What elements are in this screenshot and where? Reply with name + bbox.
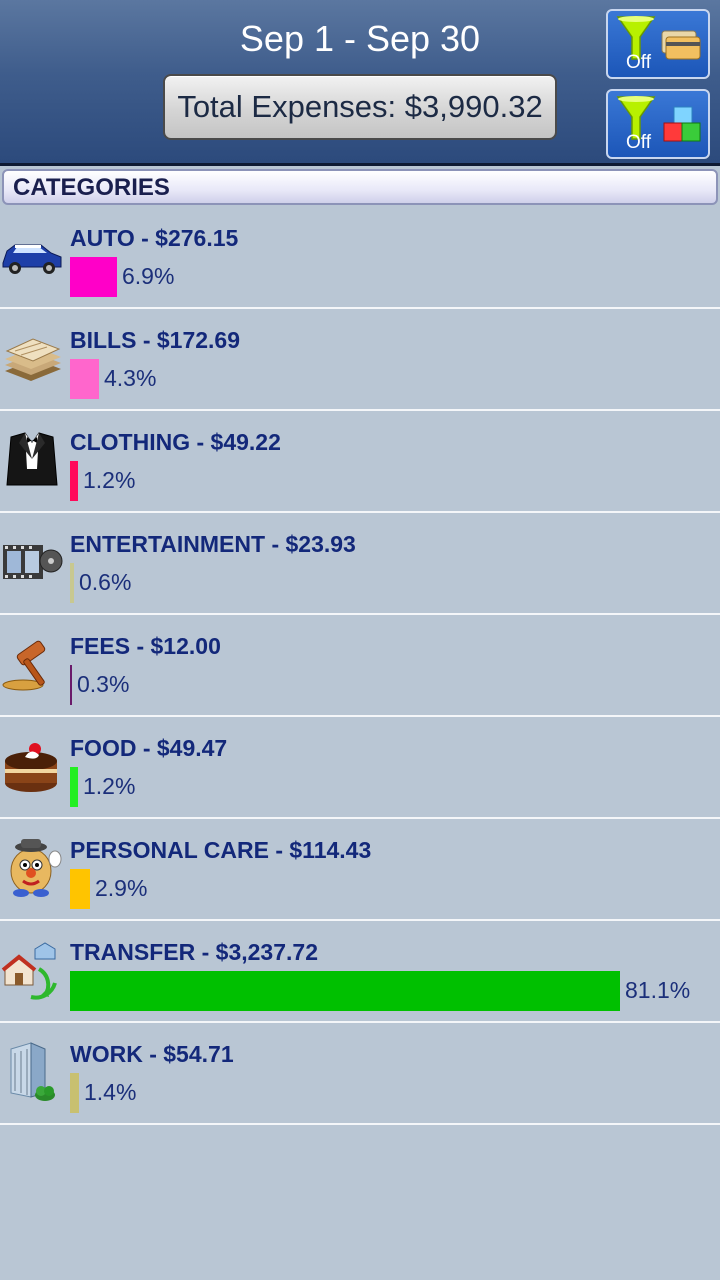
category-title: FOOD - $49.47 xyxy=(70,735,228,761)
category-row-work[interactable]: WORK - $54.71 1.4% xyxy=(0,1023,720,1125)
film-reel-icon xyxy=(3,545,63,579)
category-percent: 0.3% xyxy=(77,671,130,697)
tuxedo-icon xyxy=(6,432,58,486)
category-row-transfer[interactable]: TRANSFER - $3,237.72 81.1% xyxy=(0,921,720,1023)
category-title: CLOTHING - $49.22 xyxy=(70,429,281,455)
category-title: BILLS - $172.69 xyxy=(70,327,241,353)
house-transfer-icon xyxy=(1,942,57,1000)
category-share-bar xyxy=(70,257,117,297)
category-row-personal-care[interactable]: PERSONAL CARE - $114.43 2.9% xyxy=(0,819,720,921)
category-percent: 1.2% xyxy=(83,467,136,493)
category-share-bar xyxy=(70,869,90,909)
category-share-bar xyxy=(70,971,620,1011)
category-share-bar xyxy=(70,767,78,807)
category-share-bar xyxy=(70,461,78,501)
category-title: FEES - $12.00 xyxy=(70,633,221,659)
category-percent: 81.1% xyxy=(625,977,691,1003)
category-row-fees[interactable]: FEES - $12.00 0.3% xyxy=(0,615,720,717)
category-row-clothing[interactable]: CLOTHING - $49.22 1.2% xyxy=(0,411,720,513)
category-row-entertainment[interactable]: ENTERTAINMENT - $23.93 0.6% xyxy=(0,513,720,615)
category-share-bar xyxy=(70,1073,79,1113)
category-row-auto[interactable]: AUTO - $276.15 6.9% xyxy=(0,207,720,309)
category-percent: 1.4% xyxy=(84,1079,137,1105)
category-percent: 2.9% xyxy=(95,875,148,901)
category-list: AUTO - $276.15 6.9% BILLS - $172.69 4.3%… xyxy=(0,207,720,1125)
top-header: Sep 1 - Sep 30 Total Expenses: $3,990.32… xyxy=(0,0,720,166)
total-expenses-button[interactable]: Total Expenses: $3,990.32 xyxy=(163,74,557,140)
bills-stack-icon xyxy=(5,338,61,381)
category-filter-button[interactable]: Off xyxy=(606,89,710,159)
category-row-bills[interactable]: BILLS - $172.69 4.3% xyxy=(0,309,720,411)
cake-icon xyxy=(5,743,57,792)
category-percent: 1.2% xyxy=(83,773,136,799)
category-title: PERSONAL CARE - $114.43 xyxy=(70,837,372,863)
date-range[interactable]: Sep 1 - Sep 30 xyxy=(120,18,600,60)
potato-head-icon xyxy=(10,839,62,897)
category-title: ENTERTAINMENT - $23.93 xyxy=(70,531,356,557)
category-title: AUTO - $276.15 xyxy=(70,225,239,251)
gavel-icon xyxy=(2,640,46,691)
category-share-bar xyxy=(70,665,72,705)
car-icon xyxy=(2,244,62,274)
category-row-food[interactable]: FOOD - $49.47 1.2% xyxy=(0,717,720,819)
category-title: TRANSFER - $3,237.72 xyxy=(70,939,318,965)
category-percent: 0.6% xyxy=(79,569,132,595)
categories-section-header: CATEGORIES xyxy=(2,169,718,205)
category-share-bar xyxy=(70,359,99,399)
category-title: WORK - $54.71 xyxy=(70,1041,234,1067)
category-filter-state: Off xyxy=(626,132,651,153)
category-percent: 6.9% xyxy=(122,263,175,289)
office-building-icon xyxy=(10,1042,55,1101)
account-filter-button[interactable]: Off xyxy=(606,9,710,79)
category-percent: 4.3% xyxy=(104,365,157,391)
category-share-bar xyxy=(70,563,74,603)
account-filter-state: Off xyxy=(626,52,651,73)
